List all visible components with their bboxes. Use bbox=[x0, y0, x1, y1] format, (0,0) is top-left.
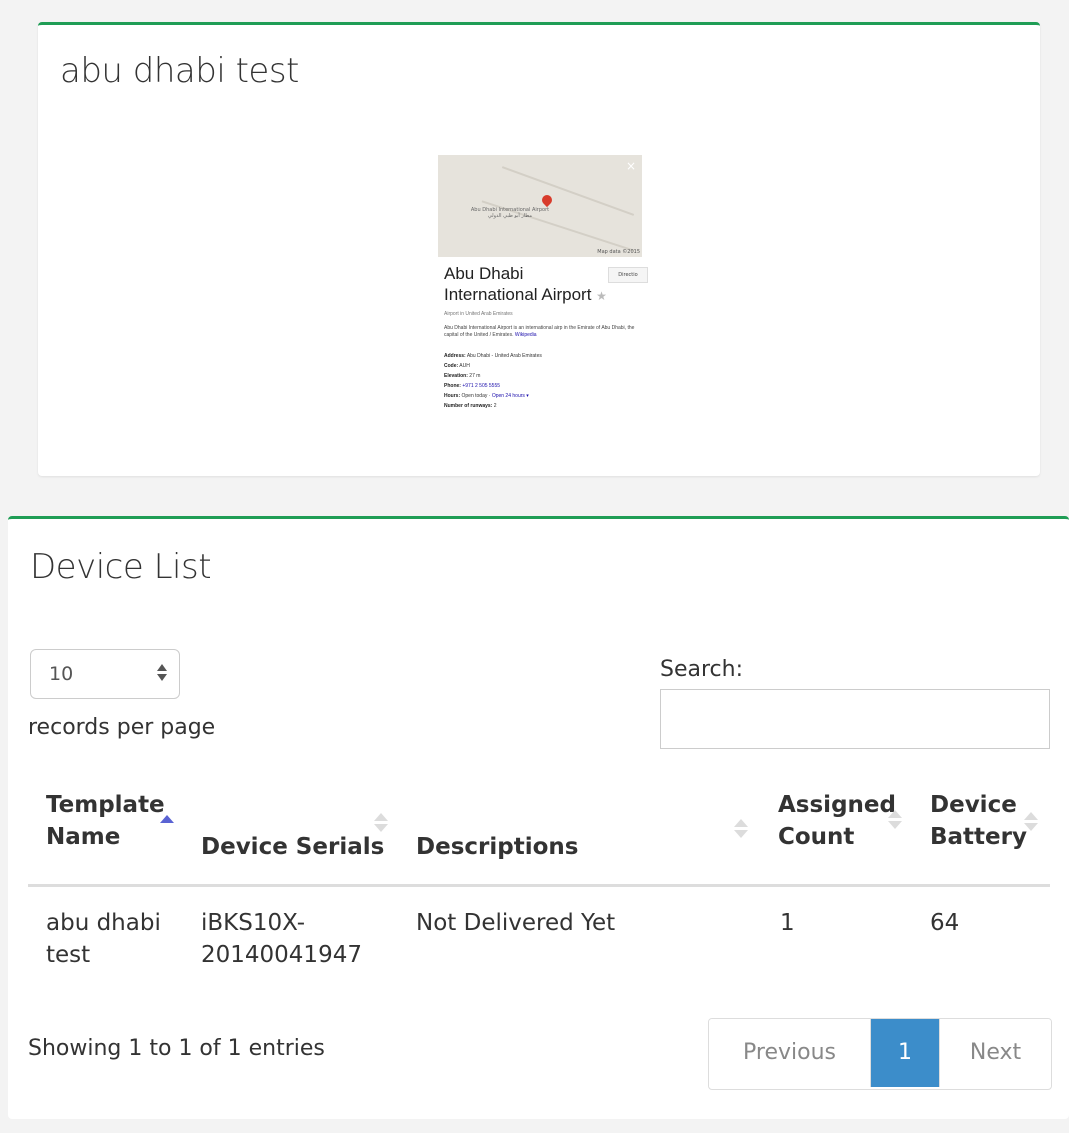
column-header-descriptions[interactable]: Descriptions bbox=[416, 831, 578, 863]
template-image: Abu Dhabi International Airport مطار أبو… bbox=[438, 155, 648, 455]
place-facts: Address: Abu Dhabi - United Arab Emirate… bbox=[444, 353, 542, 409]
previous-page-button[interactable]: Previous bbox=[709, 1019, 871, 1087]
column-header-device-battery[interactable]: Device Battery bbox=[930, 789, 1027, 853]
sort-asc-icon bbox=[160, 815, 174, 823]
map-thumbnail: Abu Dhabi International Airport مطار أبو… bbox=[438, 155, 642, 257]
page-1-button[interactable]: 1 bbox=[871, 1019, 939, 1087]
place-subtitle: Airport in United Arab Emirates bbox=[444, 311, 513, 317]
sort-icon bbox=[1024, 812, 1038, 820]
cell-description: Not Delivered Yet bbox=[416, 910, 616, 936]
place-name: Abu Dhabi International Airport ★ bbox=[444, 264, 607, 304]
column-header-device-serials[interactable]: Device Serials bbox=[201, 831, 384, 863]
select-arrows-icon bbox=[157, 664, 167, 681]
search-label: Search: bbox=[660, 657, 743, 682]
table-info: Showing 1 to 1 of 1 entries bbox=[28, 1036, 325, 1061]
next-page-button[interactable]: Next bbox=[939, 1019, 1051, 1087]
pagination: Previous 1 Next bbox=[708, 1018, 1052, 1090]
column-header-assigned-count[interactable]: Assigned Count bbox=[778, 789, 896, 853]
close-icon: × bbox=[625, 159, 636, 173]
star-icon: ★ bbox=[596, 289, 607, 303]
records-per-page-value: 10 bbox=[49, 663, 74, 685]
directions-button: Directio bbox=[608, 267, 648, 283]
sort-icon bbox=[374, 824, 388, 832]
sort-icon bbox=[734, 819, 748, 827]
cell-template-name: abu dhabi test bbox=[46, 910, 161, 968]
sort-icon bbox=[888, 810, 902, 818]
column-header-template-name[interactable]: Template Name bbox=[46, 789, 165, 853]
cell-device-battery: 64 bbox=[930, 910, 960, 936]
device-list-card: Device List 10 records per page Search: … bbox=[8, 516, 1069, 1119]
map-label-arabic: مطار أبو ظبي الدولي bbox=[487, 213, 533, 219]
place-description: Abu Dhabi International Airport is an in… bbox=[444, 325, 635, 338]
records-per-page-label: records per page bbox=[28, 715, 216, 740]
wikipedia-link: Wikipedia bbox=[514, 332, 537, 338]
search-input[interactable] bbox=[660, 689, 1050, 749]
sort-icon bbox=[888, 821, 902, 829]
cell-assigned-count: 1 bbox=[780, 910, 795, 936]
sort-icon bbox=[374, 813, 388, 821]
template-card: abu dhabi test Abu Dhabi International A… bbox=[38, 22, 1040, 476]
device-list-title: Device List bbox=[30, 547, 212, 587]
map-attribution: Map data ©2015 bbox=[597, 249, 640, 255]
template-title: abu dhabi test bbox=[60, 51, 299, 91]
sort-icon bbox=[734, 830, 748, 838]
sort-icon bbox=[1024, 823, 1038, 831]
records-per-page-select[interactable]: 10 bbox=[30, 649, 180, 699]
table-header-divider bbox=[28, 884, 1050, 887]
cell-device-serial: iBKS10X- 20140041947 bbox=[201, 910, 362, 968]
map-pin-icon bbox=[539, 192, 555, 208]
